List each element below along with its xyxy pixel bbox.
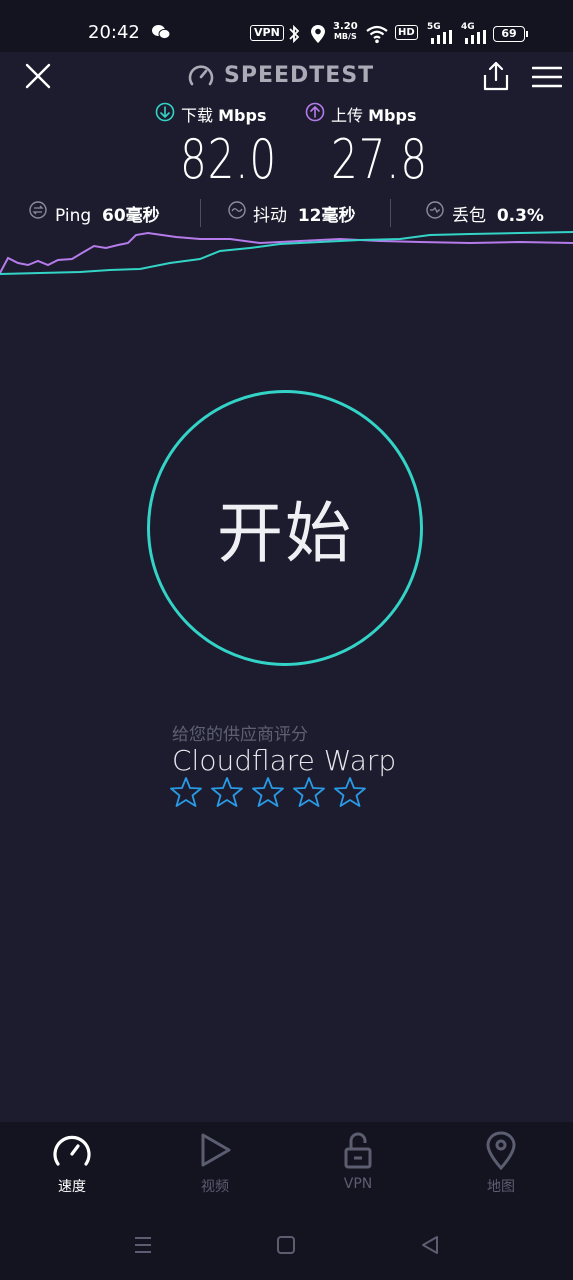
- recent-apps-icon[interactable]: [133, 1235, 153, 1255]
- upload-arrow-icon: [305, 102, 325, 122]
- packet-loss-label: 丢包: [452, 206, 486, 226]
- jitter-value: 12毫秒: [297, 206, 356, 226]
- home-icon[interactable]: [276, 1235, 296, 1255]
- battery-tip: [526, 31, 528, 37]
- map-pin-icon: [486, 1131, 516, 1170]
- packet-loss-value: 0.3%: [496, 206, 544, 226]
- ping-value: 60毫秒: [101, 206, 160, 226]
- ping-label: Ping: [55, 206, 92, 226]
- star-icon-2[interactable]: [211, 776, 243, 808]
- download-label-text: 下载: [181, 106, 214, 125]
- nav-tab-speed-label: 速度: [58, 1179, 86, 1195]
- location-icon: [311, 25, 325, 43]
- nav-tab-vpn-label: VPN: [343, 1176, 373, 1192]
- network-speed-unit: MB/S: [333, 32, 357, 41]
- packet-loss-icon: [426, 201, 444, 219]
- bluetooth-icon: [289, 24, 300, 44]
- start-button-label: 开始: [217, 495, 353, 572]
- nav-tab-video[interactable]: 视频: [170, 1130, 260, 1196]
- wifi-icon: [366, 25, 388, 44]
- star-icon-4[interactable]: [293, 776, 325, 808]
- nav-tab-map[interactable]: 地图: [456, 1130, 546, 1196]
- signal-icon: [431, 30, 452, 44]
- upload-label: 上传 Mbps: [331, 102, 416, 126]
- share-icon[interactable]: [481, 60, 511, 92]
- start-button[interactable]: 开始: [147, 390, 423, 666]
- network-speed: 3.20 MB/S: [333, 22, 358, 42]
- unlock-icon: [344, 1132, 372, 1169]
- signal-icon-2: [465, 30, 486, 44]
- battery-indicator: 69: [493, 26, 525, 42]
- stat-divider-2: [390, 199, 391, 227]
- speedtest-logo-icon: [188, 65, 214, 86]
- download-unit: Mbps: [218, 106, 267, 125]
- rating-prompt: 给您的供应商评分: [172, 725, 308, 745]
- packet-loss-stat: 丢包 0.3%: [452, 201, 544, 226]
- nav-tab-map-label: 地图: [487, 1179, 515, 1195]
- jitter-label: 抖动: [253, 206, 287, 226]
- back-icon[interactable]: [420, 1235, 440, 1255]
- ping-stat: Ping 60毫秒: [55, 201, 160, 226]
- jitter-stat: 抖动 12毫秒: [253, 201, 355, 226]
- speed-graph: [0, 231, 573, 275]
- nav-tab-vpn[interactable]: VPN: [313, 1130, 403, 1192]
- download-value: 82.0: [180, 128, 277, 191]
- menu-icon[interactable]: [532, 66, 562, 88]
- network-speed-value: 3.20: [333, 21, 358, 32]
- upload-label-text: 上传: [331, 106, 364, 125]
- app-logo-text: SPEEDTEST: [224, 63, 375, 88]
- nav-tab-video-label: 视频: [201, 1179, 229, 1195]
- vpn-badge: VPN: [250, 25, 284, 41]
- upload-unit: Mbps: [368, 106, 417, 125]
- stat-divider: [200, 199, 201, 227]
- upload-value: 27.8: [331, 128, 428, 191]
- play-icon: [201, 1133, 231, 1167]
- provider-name: Cloudflare Warp: [172, 744, 397, 777]
- speedometer-icon: [53, 1135, 91, 1166]
- status-time: 20:42: [88, 22, 140, 43]
- ping-icon: [29, 201, 47, 219]
- hd-badge: HD: [395, 25, 418, 40]
- wechat-icon: [152, 25, 171, 40]
- download-graph-line: [0, 231, 573, 275]
- star-icon-5[interactable]: [334, 776, 366, 808]
- upload-graph-line: [0, 231, 573, 274]
- rating-stars: [170, 776, 366, 808]
- close-icon[interactable]: [24, 62, 52, 90]
- star-icon-3[interactable]: [252, 776, 284, 808]
- download-label: 下载 Mbps: [181, 102, 266, 126]
- download-arrow-icon: [155, 102, 175, 122]
- star-icon-1[interactable]: [170, 776, 202, 808]
- jitter-icon: [228, 201, 246, 219]
- nav-tab-speed[interactable]: 速度: [27, 1130, 117, 1196]
